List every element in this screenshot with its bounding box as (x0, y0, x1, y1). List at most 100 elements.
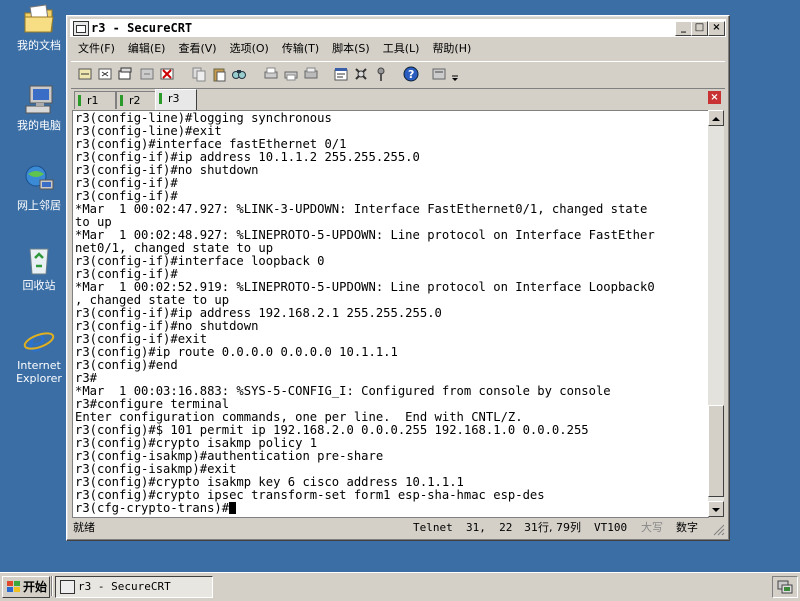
status-ready: 就绪 (73, 521, 95, 534)
scroll-up-button[interactable] (708, 110, 724, 126)
terminal-line: r3(cfg-crypto-trans)# (75, 501, 230, 515)
close-button[interactable]: × (708, 21, 725, 36)
taskbar: 开始 r3 - SecureCRT (0, 572, 800, 601)
tab-r2[interactable]: r2 (116, 91, 158, 109)
disconnect-icon[interactable] (159, 66, 175, 82)
terminal-line: r3(config-if)# (75, 189, 178, 203)
terminal-line: r3(config-if)#no shutdown (75, 319, 259, 333)
connect-icon[interactable] (77, 66, 93, 82)
terminal-line: r3(config-line)#logging synchronous (75, 111, 332, 125)
session-tabs: r1 r2 r3 × (71, 89, 725, 110)
taskbar-separator (51, 576, 53, 596)
vertical-scrollbar[interactable] (708, 110, 724, 517)
paste-icon[interactable] (211, 66, 227, 82)
window-title: r3 - SecureCRT (91, 21, 193, 35)
terminal-line: r3(config)#ip route 0.0.0.0 0.0.0.0 10.1… (75, 345, 398, 359)
svg-text:e: e (28, 324, 46, 356)
toolbar: ? (71, 61, 725, 89)
close-tab-icon[interactable]: × (708, 91, 721, 104)
folder-icon (22, 4, 56, 36)
terminal-line: r3(config-line)#exit (75, 124, 222, 138)
recycle-bin-icon (22, 244, 56, 276)
maximize-button[interactable]: □ (691, 21, 708, 36)
tab-status-indicator (159, 93, 162, 104)
status-terminal-type: VT100 (594, 521, 628, 534)
menu-edit[interactable]: 编辑(E) (121, 39, 172, 59)
terminal-output: r3(config-line)#logging synchronous r3(c… (73, 111, 709, 515)
terminal-line: *Mar 1 00:02:48.927: %LINEPROTO-5-UPDOWN… (75, 228, 655, 242)
scroll-down-button[interactable] (708, 501, 724, 517)
start-label: 开始 (23, 580, 48, 594)
menu-script[interactable]: 脚本(S) (325, 39, 376, 59)
terminal-line: r3(config-if)# (75, 267, 178, 281)
terminal-line: , changed state to up (75, 293, 230, 307)
desktop-icon-network-places[interactable]: 网上邻居 (7, 164, 71, 212)
desktop-icon-label: Internet Explorer (16, 359, 62, 385)
terminal-cursor (229, 502, 237, 514)
desktop-icon-recycle-bin[interactable]: 回收站 (7, 244, 71, 292)
scrollbar-thumb[interactable] (708, 405, 724, 497)
terminal-line: r3(config)#crypto isakmp policy 1 (75, 436, 318, 450)
keymap-icon[interactable] (373, 66, 389, 82)
window-app-icon (73, 21, 89, 36)
help-icon[interactable]: ? (403, 66, 419, 82)
terminal-screen[interactable]: r3(config-line)#logging synchronous r3(c… (72, 110, 709, 518)
global-options-icon[interactable] (353, 66, 369, 82)
status-bar: 就绪 Telnet 31, 22 31行, 79列 VT100 大写 数字 (71, 519, 725, 537)
connect-in-tab-icon[interactable] (117, 66, 133, 82)
terminal-line: r3(config-if)#exit (75, 332, 208, 346)
title-bar[interactable]: r3 - SecureCRT _ □ × (70, 19, 726, 37)
print-setup-icon[interactable] (303, 66, 319, 82)
tab-r3[interactable]: r3 (155, 89, 197, 110)
windows-logo-icon (7, 581, 20, 592)
terminal-line: *Mar 1 00:02:52.919: %LINEPROTO-5-UPDOWN… (75, 280, 655, 294)
print-icon[interactable] (263, 66, 279, 82)
desktop-icon-my-computer[interactable]: 我的电脑 (7, 84, 71, 132)
menu-view[interactable]: 查看(V) (171, 39, 222, 59)
session-options-icon[interactable] (333, 66, 349, 82)
tab-r1[interactable]: r1 (74, 91, 116, 109)
desktop-icon-label: 我的文档 (17, 39, 61, 52)
tab-status-indicator (120, 95, 123, 106)
menu-help[interactable]: 帮助(H) (425, 39, 477, 59)
taskbar-item-securecrt[interactable]: r3 - SecureCRT (55, 576, 213, 598)
menu-file[interactable]: 文件(F) (71, 39, 121, 59)
terminal-line: r3(config-if)#interface loopback 0 (75, 254, 325, 268)
find-icon[interactable] (231, 66, 247, 82)
reconnect-icon[interactable] (139, 66, 155, 82)
terminal-line: to up (75, 215, 112, 229)
status-row-col: 31行, 79列 (524, 521, 581, 534)
menu-transfer[interactable]: 传输(T) (275, 39, 325, 59)
securecrt-app-icon (60, 580, 75, 594)
button-bar-icon[interactable] (431, 66, 447, 82)
terminal-line: r3(config-if)#ip address 192.168.2.1 255… (75, 306, 442, 320)
terminal-line: r3(config-if)#no shutdown (75, 163, 259, 177)
terminal-line: r3(config)#crypto isakmp key 6 cisco add… (75, 475, 464, 489)
tab-label: r3 (168, 92, 180, 105)
desktop-icon-internet-explorer[interactable]: e Internet Explorer (7, 324, 71, 385)
system-tray (772, 576, 798, 598)
print-selection-icon[interactable] (283, 66, 299, 82)
terminal-line: r3(config-isakmp)#authentication pre-sha… (75, 449, 384, 463)
terminal-line: net0/1, changed state to up (75, 241, 274, 255)
minimize-button[interactable]: _ (675, 21, 692, 36)
menu-bar: 文件(F) 编辑(E) 查看(V) 选项(O) 传输(T) 脚本(S) 工具(L) 帮助(H) (71, 39, 725, 59)
arrow-up-icon (712, 117, 720, 121)
resize-grip-icon[interactable] (712, 523, 725, 536)
terminal-line: r3#configure terminal (75, 397, 230, 411)
tab-label: r2 (129, 94, 141, 107)
terminal-line: r3(config-isakmp)#exit (75, 462, 237, 476)
securecrt-window: r3 - SecureCRT _ □ × 文件(F) 编辑(E) 查看(V) 选项(O… (66, 15, 730, 541)
start-button[interactable]: 开始 (2, 576, 50, 598)
toolbar-overflow-icon[interactable] (451, 70, 459, 82)
menu-options[interactable]: 选项(O) (223, 39, 275, 59)
quick-connect-icon[interactable] (97, 66, 113, 82)
network-tray-icon[interactable] (776, 579, 794, 595)
tab-status-indicator (78, 95, 81, 106)
terminal-line: r3(config-if)# (75, 176, 178, 190)
copy-icon[interactable] (191, 66, 207, 82)
computer-icon (22, 84, 56, 116)
menu-tools[interactable]: 工具(L) (376, 39, 426, 59)
desktop-icon-my-documents[interactable]: 我的文档 (7, 4, 71, 52)
status-caps-lock: 大写 (641, 521, 663, 534)
